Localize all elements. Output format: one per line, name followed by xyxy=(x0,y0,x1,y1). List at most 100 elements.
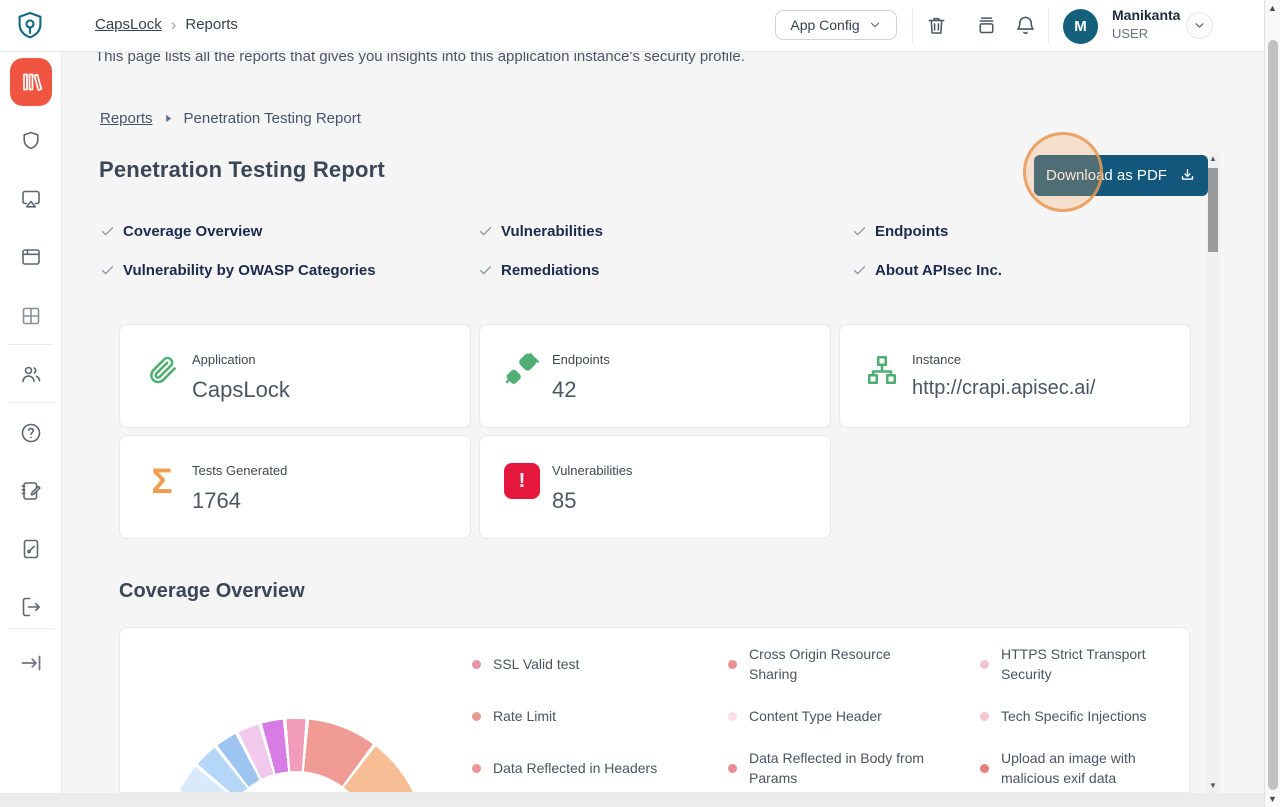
coverage-overview-card: SSL Valid test Cross Origin Resource Sha… xyxy=(119,627,1190,793)
legend-dot xyxy=(728,763,737,773)
collapse-icon xyxy=(21,655,41,671)
stat-card-instance: Instance http://crapi.apisec.ai/ xyxy=(839,324,1191,428)
legend-item: Rate Limit xyxy=(472,706,728,726)
legend-dot xyxy=(472,659,481,669)
sitemap-icon xyxy=(862,350,902,390)
download-pdf-label: Download as PDF xyxy=(1046,167,1167,184)
toc-item: About APIsec Inc. xyxy=(852,251,1002,290)
toc-item: Endpoints xyxy=(852,212,1002,251)
sidebar-item-help[interactable] xyxy=(19,421,43,445)
report-breadcrumb: Reports Penetration Testing Report xyxy=(100,110,361,127)
legend-item: HTTPS Strict Transport Security xyxy=(980,644,1171,684)
breadcrumb-reports-link[interactable]: Reports xyxy=(100,110,153,127)
breadcrumb: CapsLock › Reports xyxy=(95,16,238,33)
shield-icon xyxy=(23,131,39,150)
toc-item: Vulnerabilities xyxy=(478,212,852,251)
notebook-edit-icon xyxy=(21,482,41,500)
download-pdf-button[interactable]: Download as PDF xyxy=(1034,155,1208,196)
printer-icon[interactable] xyxy=(975,14,998,37)
header-divider xyxy=(912,8,913,44)
legend-dot xyxy=(728,659,737,669)
content-scrollbar[interactable]: ▲ ▼ xyxy=(1206,152,1220,793)
legend-item: Data Reflected in Headers xyxy=(472,758,728,778)
stat-label: Vulnerabilities xyxy=(552,463,633,478)
legend-item: Tech Specific Injections xyxy=(980,706,1171,726)
scroll-up-icon[interactable]: ▲ xyxy=(1206,154,1220,164)
scroll-up-icon[interactable]: ▲ xyxy=(1265,3,1280,13)
app-config-button[interactable]: App Config xyxy=(775,10,897,40)
legend-dot xyxy=(980,659,989,669)
header-divider xyxy=(1048,8,1049,44)
sidebar-item-logout[interactable] xyxy=(19,595,43,619)
user-avatar[interactable]: M xyxy=(1063,9,1098,44)
stat-label: Tests Generated xyxy=(192,463,288,478)
main-content: This page lists all the reports that giv… xyxy=(62,52,1264,807)
legend-dot xyxy=(980,763,989,773)
sidebar-item-security[interactable] xyxy=(19,129,43,153)
user-menu-button[interactable] xyxy=(1186,12,1213,39)
alert-icon: ! xyxy=(502,461,542,501)
chevron-right-icon: › xyxy=(170,15,177,34)
legend-item: Cross Origin Resource Sharing xyxy=(728,644,980,684)
toc-item: Remediations xyxy=(478,251,852,290)
user-role: USER xyxy=(1112,26,1149,41)
sidebar-divider xyxy=(8,628,54,629)
check-icon xyxy=(853,266,866,275)
top-header: CapsLock › Reports App Config M Manikant… xyxy=(0,0,1264,52)
scroll-down-icon[interactable]: ▼ xyxy=(1206,781,1220,791)
user-name: Manikanta xyxy=(1112,7,1181,23)
logout-icon xyxy=(22,597,40,617)
check-icon xyxy=(101,227,114,236)
coverage-legend: SSL Valid test Cross Origin Resource Sha… xyxy=(472,638,1171,792)
toc-item: Vulnerability by OWASP Categories xyxy=(100,251,478,290)
stat-value: 42 xyxy=(552,377,577,402)
scroll-down-icon[interactable]: ▼ xyxy=(1265,794,1280,804)
page-scrollbar-thumb[interactable] xyxy=(1268,40,1278,790)
breadcrumb-section: Reports xyxy=(185,16,238,33)
legend-item: Data Reflected in Body from Params xyxy=(728,748,980,788)
sidebar-collapse-button[interactable] xyxy=(19,651,43,675)
legend-dot xyxy=(472,763,481,773)
legend-item: SSL Valid test xyxy=(472,654,728,674)
bell-icon[interactable] xyxy=(1014,14,1037,37)
stat-card-tests-generated: Σ Tests Generated 1764 xyxy=(119,435,471,539)
legend-item: Content Type Header xyxy=(728,706,980,726)
sidebar-item-notes[interactable] xyxy=(19,479,43,503)
stat-label: Endpoints xyxy=(552,352,610,367)
stat-value: 1764 xyxy=(192,488,241,513)
document-sign-icon xyxy=(23,539,39,559)
sidebar-nav xyxy=(0,52,62,807)
coverage-overview-title: Coverage Overview xyxy=(119,580,305,602)
check-icon xyxy=(101,266,114,275)
page-title: Penetration Testing Report xyxy=(99,157,385,182)
legend-dot xyxy=(472,711,481,721)
stat-card-application: Application CapsLock xyxy=(119,324,471,428)
breadcrumb-app-link[interactable]: CapsLock xyxy=(95,16,162,33)
legend-item: Upload an image with malicious exif data xyxy=(980,748,1171,788)
stat-label: Instance xyxy=(912,352,962,367)
stat-label: Application xyxy=(192,352,256,367)
check-icon xyxy=(479,227,492,236)
download-icon xyxy=(1181,169,1194,180)
stat-value: CapsLock xyxy=(192,377,290,402)
sidebar-item-applications[interactable] xyxy=(19,245,43,269)
sidebar-item-users[interactable] xyxy=(19,362,43,386)
sidebar-item-scans[interactable] xyxy=(19,187,43,211)
help-circle-icon xyxy=(21,423,41,443)
sidebar-item-documents[interactable] xyxy=(19,537,43,561)
paperclip-icon xyxy=(142,350,182,390)
check-icon xyxy=(853,227,866,236)
triangle-right-icon xyxy=(165,114,171,123)
sidebar-item-dashboard[interactable] xyxy=(19,304,43,328)
browser-window-icon xyxy=(22,249,40,265)
report-toc: Coverage Overview Vulnerabilities Endpoi… xyxy=(100,212,1002,290)
check-icon xyxy=(479,266,492,275)
trash-icon[interactable] xyxy=(925,14,948,37)
sidebar-item-reports[interactable] xyxy=(10,58,52,106)
page-scrollbar[interactable]: ▲ ▼ xyxy=(1264,0,1280,807)
apisec-logo-icon xyxy=(13,9,47,43)
content-scrollbar-thumb[interactable] xyxy=(1208,168,1218,252)
sidebar-divider xyxy=(8,344,54,345)
page-description: This page lists all the reports that giv… xyxy=(95,52,745,65)
bottom-scroll-strip xyxy=(0,793,1264,807)
